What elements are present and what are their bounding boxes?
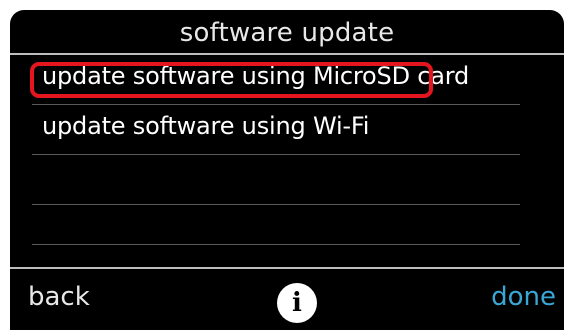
option-update-wifi[interactable]: update software using Wi-Fi <box>32 105 520 155</box>
footer-divider <box>10 267 564 269</box>
selection-highlight <box>30 62 433 98</box>
row-divider <box>32 244 520 245</box>
option-empty-4 <box>32 195 520 245</box>
info-icon[interactable]: i <box>277 283 317 323</box>
page-title: software update <box>179 18 395 48</box>
back-button[interactable]: back <box>28 282 90 312</box>
done-button[interactable]: done <box>491 282 556 312</box>
thermostat-screen: software update update software using Mi… <box>10 10 564 330</box>
option-label: update software using Wi-Fi <box>42 112 370 140</box>
